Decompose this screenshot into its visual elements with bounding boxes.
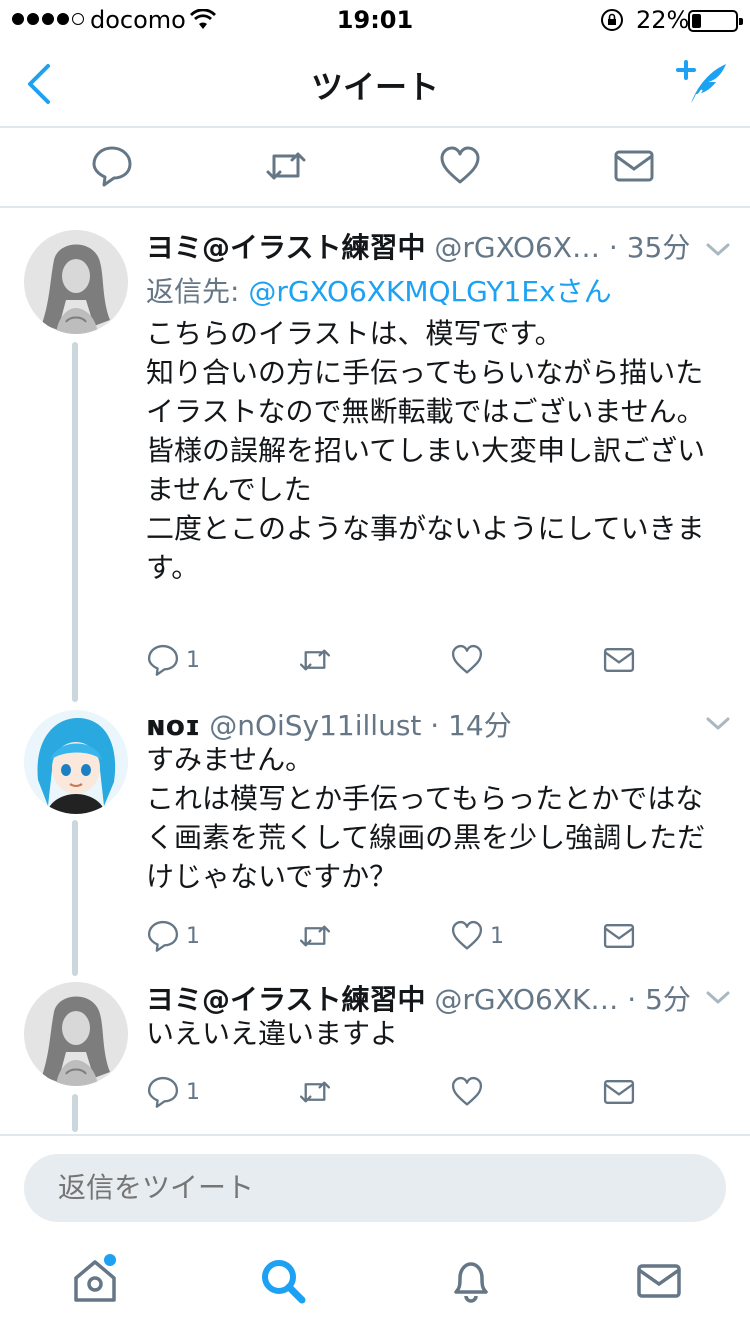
heart-icon	[451, 920, 483, 950]
battery-icon	[688, 10, 743, 32]
tweet-header: ɴᴏɪ @nOiSy11illust · 14分	[146, 704, 512, 744]
tweet-text: すみません。 これは模写とか手伝ってもらったとかではなく画素を荒くして線画の黒を…	[146, 743, 706, 893]
reply-icon[interactable]	[90, 144, 134, 188]
notifications-icon[interactable]	[446, 1256, 496, 1306]
retweet-button[interactable]	[298, 916, 338, 956]
tweet-actions: 1 1	[146, 916, 646, 956]
tweet-item[interactable]: ヨミ@イラスト練習中 @rGXO6XK… · 5分 いえいえ違いますよ 1	[0, 976, 750, 1132]
tab-bar	[0, 1236, 750, 1334]
reply-button[interactable]: 1	[146, 1072, 200, 1112]
avatar[interactable]	[24, 230, 128, 334]
heart-icon	[451, 1076, 483, 1106]
message-icon[interactable]	[612, 144, 656, 188]
navigation-bar: ツイート	[0, 40, 750, 128]
retweet-icon	[299, 649, 331, 671]
rotation-lock-icon	[601, 9, 623, 31]
tweet-text: こちらのイラストは、模写です。 知り合いの方に手伝ってもらいながら描いたイラスト…	[146, 317, 706, 584]
messages-icon[interactable]	[634, 1256, 684, 1306]
tweet-actions: 1	[146, 640, 646, 680]
tweet-text: いえいえ違いますよ	[146, 1017, 399, 1050]
reply-to-label: 返信先:	[146, 275, 249, 308]
like-button[interactable]	[450, 1072, 490, 1112]
retweet-icon	[299, 1081, 331, 1103]
chevron-down-icon[interactable]	[704, 714, 732, 734]
author-name[interactable]: ヨミ@イラスト練習中	[146, 983, 425, 1016]
direct-message-button[interactable]	[602, 1072, 636, 1112]
reply-button[interactable]: 1	[146, 916, 200, 956]
reply-icon	[147, 644, 179, 676]
message-icon	[603, 648, 635, 672]
heart-icon	[451, 644, 483, 674]
avatar[interactable]	[24, 982, 128, 1086]
chevron-down-icon[interactable]	[704, 240, 732, 260]
tweet-header: ヨミ@イラスト練習中 @rGXO6X… · 35分	[146, 226, 690, 266]
tweet-time: · 35分	[608, 231, 691, 264]
retweet-button[interactable]	[298, 1072, 338, 1112]
message-icon	[603, 924, 635, 948]
tweet-item[interactable]: ヨミ@イラスト練習中 @rGXO6X… · 35分 返信先: @rGXO6XKM…	[0, 210, 750, 702]
tweet-header: ヨミ@イラスト練習中 @rGXO6XK… · 5分	[146, 978, 691, 1018]
like-button[interactable]	[450, 640, 490, 680]
tweet-time: · 5分	[627, 983, 691, 1016]
like-button[interactable]: 1	[450, 916, 504, 956]
reply-count: 1	[186, 647, 200, 673]
tweet-item[interactable]: ɴᴏɪ @nOiSy11illust · 14分 すみません。 これは模写とか手…	[0, 700, 750, 976]
tweet-time: · 14分	[430, 709, 512, 742]
tweet-actions: 1	[146, 1072, 646, 1112]
chevron-down-icon[interactable]	[704, 988, 732, 1008]
retweet-icon	[299, 925, 331, 947]
status-bar: docomo 19:01 22%	[0, 0, 750, 40]
author-handle[interactable]: @rGXO6X…	[434, 231, 600, 264]
reply-composer-bar	[0, 1134, 750, 1234]
page-title: ツイート	[310, 68, 439, 106]
reply-icon	[147, 1076, 179, 1108]
compose-tweet-icon[interactable]	[674, 58, 730, 110]
retweet-icon[interactable]	[264, 144, 308, 188]
like-count: 1	[490, 923, 504, 949]
search-icon[interactable]	[258, 1256, 308, 1306]
direct-message-button[interactable]	[602, 640, 636, 680]
home-notification-badge	[104, 1254, 116, 1266]
battery-percentage: 22%	[636, 6, 690, 34]
reply-count: 1	[186, 923, 200, 949]
reply-to-user-link[interactable]: @rGXO6XKMQLGY1Exさん	[248, 275, 611, 308]
author-name[interactable]: ɴᴏɪ	[146, 709, 200, 742]
reply-count: 1	[186, 1079, 200, 1105]
avatar[interactable]	[24, 710, 128, 814]
retweet-button[interactable]	[298, 640, 338, 680]
tweet-action-bar	[0, 130, 750, 208]
author-name[interactable]: ヨミ@イラスト練習中	[146, 231, 425, 264]
thread-line	[72, 342, 78, 702]
reply-button[interactable]: 1	[146, 640, 200, 680]
heart-icon[interactable]	[438, 144, 482, 188]
message-icon	[603, 1080, 635, 1104]
reply-to-line: 返信先: @rGXO6XKMQLGY1Exさん	[146, 270, 612, 310]
reply-icon	[147, 920, 179, 952]
direct-message-button[interactable]	[602, 916, 636, 956]
thread-line	[72, 1094, 78, 1132]
reply-input[interactable]	[24, 1154, 726, 1222]
thread-line	[72, 820, 78, 976]
author-handle[interactable]: @rGXO6XK…	[434, 983, 618, 1016]
author-handle[interactable]: @nOiSy11illust	[209, 709, 421, 742]
